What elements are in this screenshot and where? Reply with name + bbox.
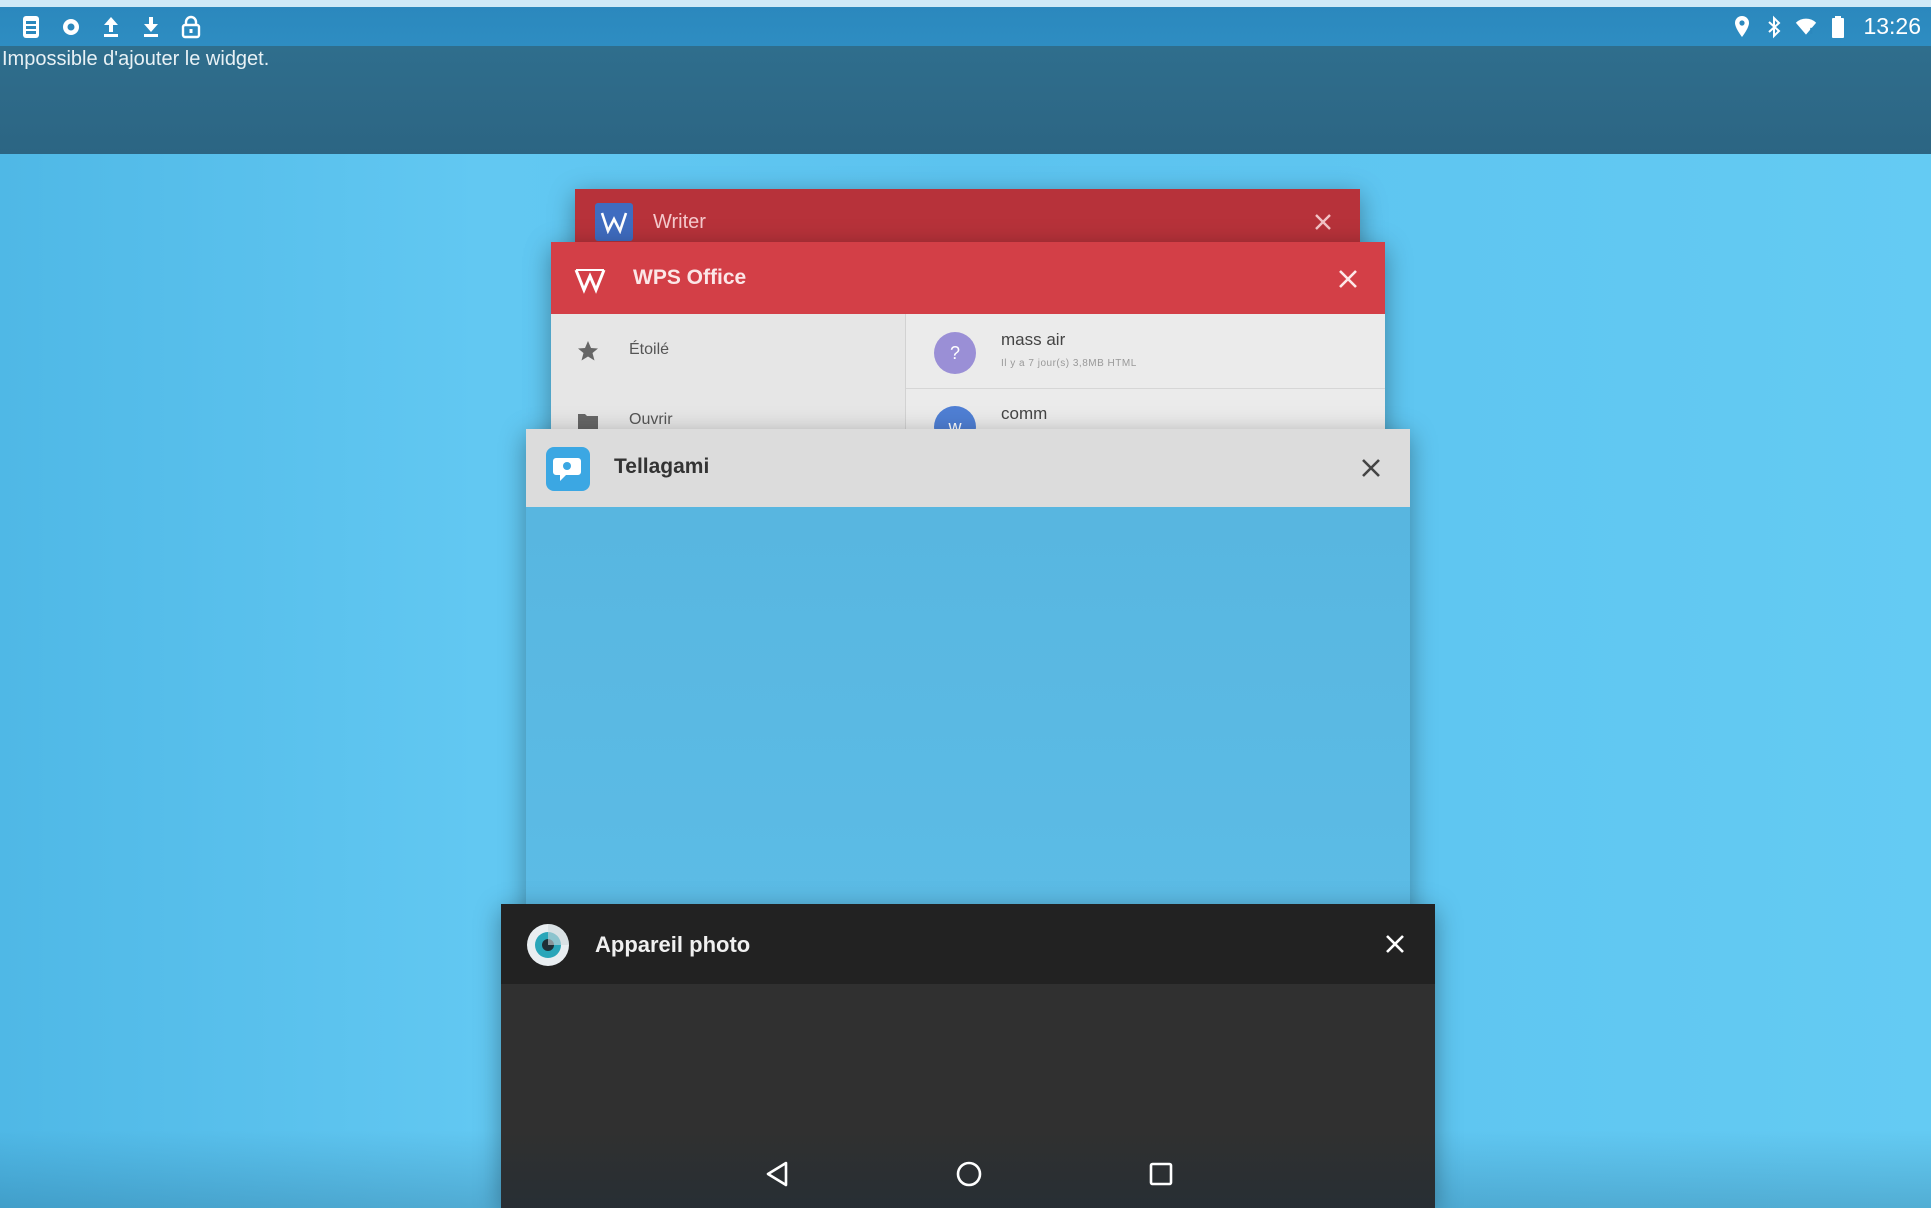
notification-icons: [18, 13, 204, 41]
status-bar: 13:26: [0, 0, 1931, 46]
upload-icon: [98, 13, 124, 41]
card-header: WPS Office: [551, 242, 1385, 314]
close-icon[interactable]: [1354, 451, 1388, 485]
file-type-icon: ?: [934, 332, 976, 374]
file-name: comm: [1001, 404, 1048, 423]
close-icon[interactable]: [1333, 264, 1363, 294]
file-name: mass air: [1001, 330, 1066, 349]
card-title: Appareil photo: [595, 932, 751, 957]
recent-card-wps-office[interactable]: WPS Office Étoilé Ouvrir ? mass air Il y…: [551, 242, 1385, 452]
writer-icon: [595, 203, 633, 241]
wps-office-icon: [573, 262, 607, 296]
card-title: Writer: [653, 211, 706, 233]
sidebar-item-label: Étoilé: [629, 341, 670, 358]
sim-card-icon: [18, 13, 44, 41]
card-header: Tellagami: [526, 429, 1410, 507]
back-icon[interactable]: [755, 1152, 799, 1196]
settings-icon: [58, 13, 84, 41]
bluetooth-icon: [1763, 14, 1785, 40]
star-icon: [577, 340, 599, 362]
tellagami-icon: [546, 447, 590, 491]
recent-card-tellagami[interactable]: Tellagami: [526, 429, 1410, 929]
card-header: Appareil photo: [501, 904, 1435, 984]
toast-band: [0, 46, 1931, 154]
toast-message: Impossible d'ajouter le widget.: [2, 48, 270, 70]
sidebar-item-label: Ouvrir: [629, 411, 673, 428]
camera-icon: [525, 922, 571, 968]
card-title: WPS Office: [633, 266, 747, 289]
sidebar-item-starred[interactable]: Étoilé: [551, 314, 905, 384]
clock: 13:26: [1863, 13, 1921, 39]
location-icon: [1731, 14, 1753, 40]
navigation-bar: [501, 1140, 1435, 1208]
battery-icon: [1827, 14, 1849, 40]
card-preview: [526, 507, 1410, 929]
card-title: Tellagami: [614, 455, 710, 478]
file-meta: Il y a 7 jour(s) 3,8MB HTML: [1001, 358, 1137, 369]
close-icon[interactable]: [1377, 926, 1413, 962]
close-icon[interactable]: [1308, 207, 1338, 237]
home-icon[interactable]: [947, 1152, 991, 1196]
wifi-icon: [1795, 14, 1817, 40]
system-status: 13:26: [1731, 13, 1921, 40]
download-icon: [138, 13, 164, 41]
list-item[interactable]: ? mass air Il y a 7 jour(s) 3,8MB HTML: [906, 314, 1385, 389]
recent-apps-icon[interactable]: [1139, 1152, 1183, 1196]
lock-icon: [178, 13, 204, 41]
